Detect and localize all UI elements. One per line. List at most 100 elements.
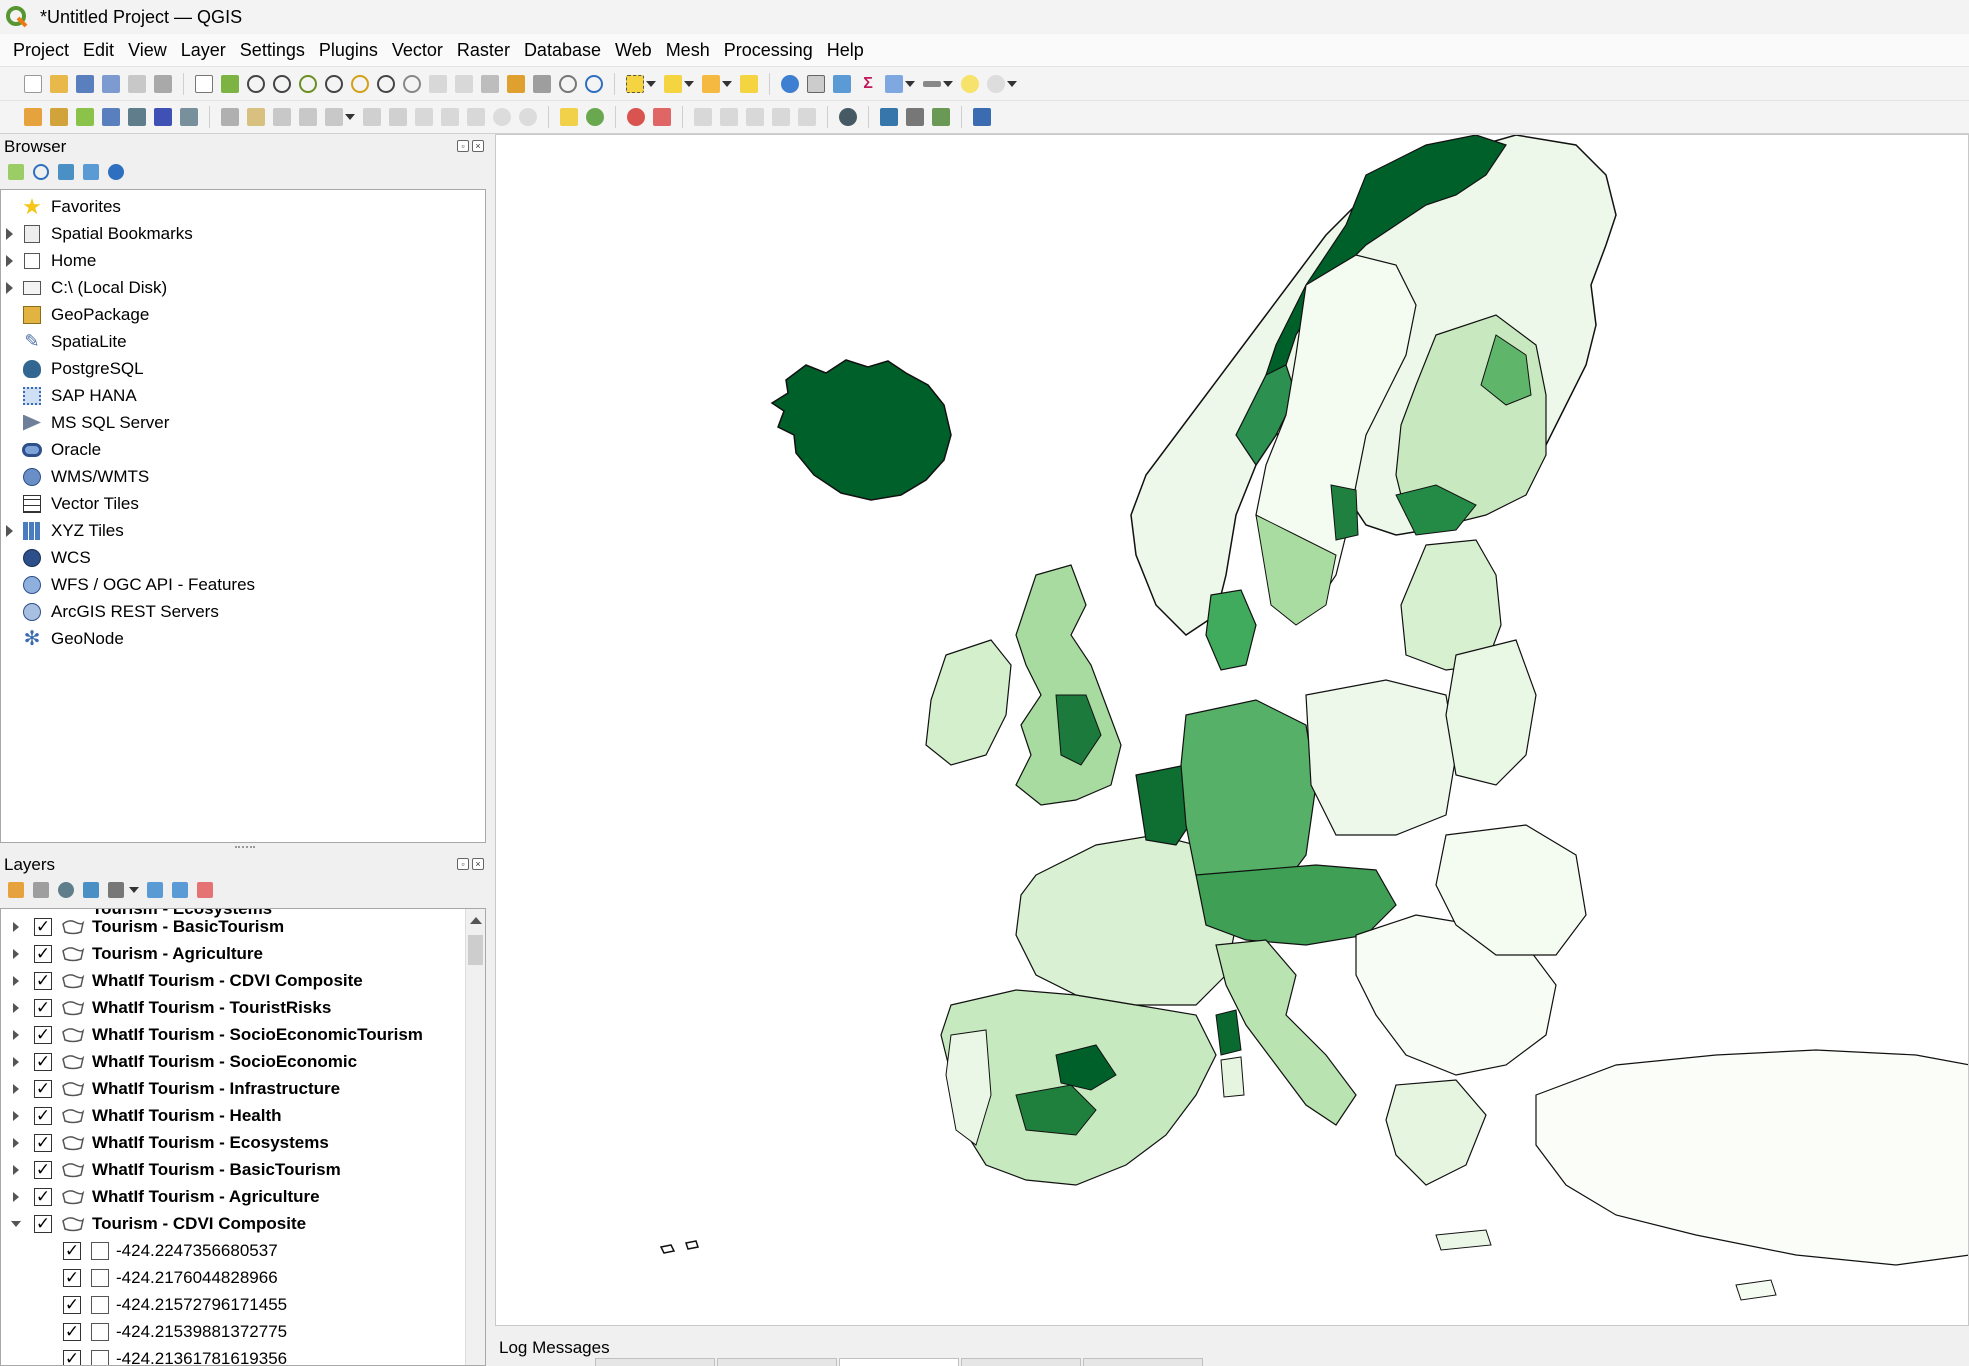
legend-item[interactable]: ✓ -424.2176044828966 xyxy=(1,1264,461,1291)
browser-item-xyz-tiles[interactable]: XYZ Tiles xyxy=(1,517,485,544)
highlight-labels-icon[interactable] xyxy=(653,108,671,126)
delete-selected-icon[interactable] xyxy=(389,108,407,126)
select-dropdown-chevron-icon[interactable] xyxy=(646,80,656,87)
menu-edit[interactable]: Edit xyxy=(76,40,121,61)
region-canary-islands[interactable] xyxy=(659,1240,699,1254)
label-tool-icon[interactable] xyxy=(560,108,578,126)
vertex-tool-icon[interactable] xyxy=(325,108,343,126)
show-hide-labels-icon[interactable] xyxy=(772,108,790,126)
log-tab[interactable] xyxy=(961,1358,1081,1366)
measure-line-icon[interactable] xyxy=(923,80,941,87)
layer-visibility-checkbox[interactable]: ✓ xyxy=(34,1106,52,1125)
print-layout-icon[interactable] xyxy=(128,74,146,93)
expand-arrow-icon[interactable] xyxy=(6,281,13,294)
layers-close-icon[interactable]: × xyxy=(472,858,484,870)
menu-vector[interactable]: Vector xyxy=(385,40,450,61)
region-poland[interactable] xyxy=(1305,679,1457,836)
layer-visibility-checkbox[interactable]: ✓ xyxy=(34,1160,52,1179)
layer-row[interactable]: ✓ WhatIf Tourism - CDVI Composite xyxy=(1,967,461,994)
new-map-view-icon[interactable] xyxy=(481,74,499,93)
annotation-icon[interactable] xyxy=(987,74,1005,93)
region-greece[interactable] xyxy=(1385,1079,1487,1186)
menu-plugins[interactable]: Plugins xyxy=(312,40,385,61)
add-vector-layer-icon[interactable] xyxy=(76,108,94,126)
select-value-dropdown-chevron-icon[interactable] xyxy=(684,80,694,87)
browser-item-arcgis-rest[interactable]: ArcGIS REST Servers xyxy=(1,598,485,625)
browser-item-geonode[interactable]: ✻ GeoNode xyxy=(1,625,485,652)
cut-features-icon[interactable] xyxy=(415,108,433,126)
browser-float-icon[interactable]: ▫ xyxy=(457,140,469,152)
annotation-dropdown-chevron-icon[interactable] xyxy=(1007,80,1017,87)
layer-visibility-checkbox[interactable]: ✓ xyxy=(34,1133,52,1152)
change-label-icon[interactable] xyxy=(746,108,764,126)
field-calculator-icon[interactable] xyxy=(833,74,851,93)
choropleth-map[interactable] xyxy=(496,135,1969,1326)
pan-to-selection-icon[interactable] xyxy=(221,74,239,93)
filter-legend-icon[interactable] xyxy=(83,882,99,898)
select-by-value-icon[interactable] xyxy=(664,74,682,93)
region-corsica[interactable] xyxy=(1220,1056,1245,1098)
new-project-icon[interactable] xyxy=(24,74,42,93)
menu-layer[interactable]: Layer xyxy=(174,40,233,61)
attribute-table-icon[interactable] xyxy=(807,74,825,93)
region-cyprus[interactable] xyxy=(1735,1279,1777,1301)
browser-item-oracle[interactable]: Oracle xyxy=(1,436,485,463)
zoom-last-icon[interactable] xyxy=(429,74,447,93)
browser-item-geopackage[interactable]: GeoPackage xyxy=(1,301,485,328)
add-raster-icon[interactable] xyxy=(154,108,172,126)
layer-row-expanded[interactable]: ✓ Tourism - CDVI Composite xyxy=(1,1210,461,1237)
filter-expression-icon[interactable] xyxy=(108,882,124,898)
select-location-icon[interactable] xyxy=(740,74,758,93)
menu-database[interactable]: Database xyxy=(517,40,608,61)
expand-arrow-icon[interactable] xyxy=(13,1083,19,1094)
modify-attributes-icon[interactable] xyxy=(363,108,381,126)
legend-checkbox[interactable]: ✓ xyxy=(63,1295,81,1314)
copy-features-icon[interactable] xyxy=(441,108,459,126)
layer-visibility-checkbox[interactable]: ✓ xyxy=(34,944,52,963)
menu-view[interactable]: View xyxy=(121,40,174,61)
manage-visibility-icon[interactable] xyxy=(58,882,74,898)
region-denmark[interactable] xyxy=(1205,589,1257,671)
layer-row[interactable]: ✓ Tourism - BasicTourism xyxy=(1,913,461,940)
layer-row[interactable]: ✓ WhatIf Tourism - Ecosystems xyxy=(1,1129,461,1156)
layer-visibility-checkbox[interactable]: ✓ xyxy=(34,998,52,1017)
zoom-next-icon[interactable] xyxy=(455,74,473,93)
layer-row[interactable]: ✓ WhatIf Tourism - SocioEconomic xyxy=(1,1048,461,1075)
expand-arrow-icon[interactable] xyxy=(13,1029,19,1040)
rotate-label-icon[interactable] xyxy=(720,108,738,126)
identify-features-icon[interactable] xyxy=(781,74,799,93)
pin-labels-icon[interactable] xyxy=(627,108,645,126)
new-bookmark-icon[interactable] xyxy=(507,74,525,93)
expand-arrow-icon[interactable] xyxy=(13,1137,19,1148)
add-virtual-layer-icon[interactable] xyxy=(180,108,198,126)
layer-row[interactable]: ✓ Tourism - Agriculture xyxy=(1,940,461,967)
deselect-dropdown-chevron-icon[interactable] xyxy=(722,80,732,87)
legend-item[interactable]: ✓ -424.21572796171455 xyxy=(1,1291,461,1318)
open-project-icon[interactable] xyxy=(50,74,68,93)
redo-icon[interactable] xyxy=(519,108,537,126)
expand-arrow-icon[interactable] xyxy=(13,1110,19,1121)
layer-row[interactable]: ✓ WhatIf Tourism - Health xyxy=(1,1102,461,1129)
properties-info-icon[interactable] xyxy=(108,164,124,180)
toggle-editing-icon[interactable] xyxy=(221,108,239,126)
expand-arrow-icon[interactable] xyxy=(13,975,19,986)
statistics-sum-icon[interactable]: Σ xyxy=(859,75,877,93)
filter-dropdown-chevron-icon[interactable] xyxy=(129,887,139,893)
menu-raster[interactable]: Raster xyxy=(450,40,517,61)
layer-visibility-checkbox[interactable]: ✓ xyxy=(34,1025,52,1044)
legend-checkbox[interactable]: ✓ xyxy=(63,1349,81,1365)
save-as-icon[interactable] xyxy=(102,74,120,93)
digitize-icon[interactable] xyxy=(102,108,120,126)
log-tab[interactable] xyxy=(717,1358,837,1366)
layer-visibility-checkbox[interactable]: ✓ xyxy=(34,1052,52,1071)
refresh-icon[interactable] xyxy=(585,74,603,93)
show-bookmarks-icon[interactable] xyxy=(533,74,551,93)
zoom-native-icon[interactable] xyxy=(403,74,421,93)
layer-visibility-checkbox[interactable]: ✓ xyxy=(34,917,52,936)
layers-scrollbar[interactable] xyxy=(465,909,485,1365)
vertex-dropdown-chevron-icon[interactable] xyxy=(345,114,355,120)
zoom-to-layer-icon[interactable] xyxy=(377,74,395,93)
panel-splitter[interactable] xyxy=(235,846,255,850)
collapse-all-layers-icon[interactable] xyxy=(172,882,188,898)
zoom-to-selection-icon[interactable] xyxy=(351,74,369,93)
